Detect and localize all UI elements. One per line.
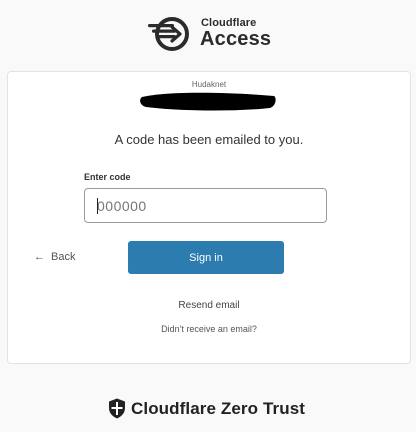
cloudflare-access-logo-icon: [148, 17, 189, 51]
code-sent-message: A code has been emailed to you.: [114, 132, 304, 147]
text-cursor: [97, 198, 98, 214]
brand-large-text: Access: [200, 28, 272, 50]
no-email-help-link[interactable]: Didn't receive an email?: [8, 324, 410, 334]
organization-name: Hudaknet: [191, 80, 227, 89]
back-label: Back: [51, 251, 76, 263]
login-card: Hudaknet A code has been emailed to you.…: [7, 71, 411, 364]
header: Cloudflare Access: [0, 14, 416, 54]
footer-brand-text: Cloudflare Zero Trust: [131, 399, 306, 418]
resend-email-link[interactable]: Resend email: [8, 300, 410, 311]
back-link[interactable]: ← Back: [34, 251, 75, 263]
sign-in-button[interactable]: Sign in: [128, 241, 284, 274]
arrow-left-icon: ←: [34, 251, 45, 263]
footer: Cloudflare Zero Trust: [0, 397, 416, 421]
redaction-mark: [140, 92, 276, 111]
code-input[interactable]: [84, 188, 327, 223]
shield-icon: [109, 398, 125, 419]
code-field-label: Enter code: [84, 172, 131, 182]
